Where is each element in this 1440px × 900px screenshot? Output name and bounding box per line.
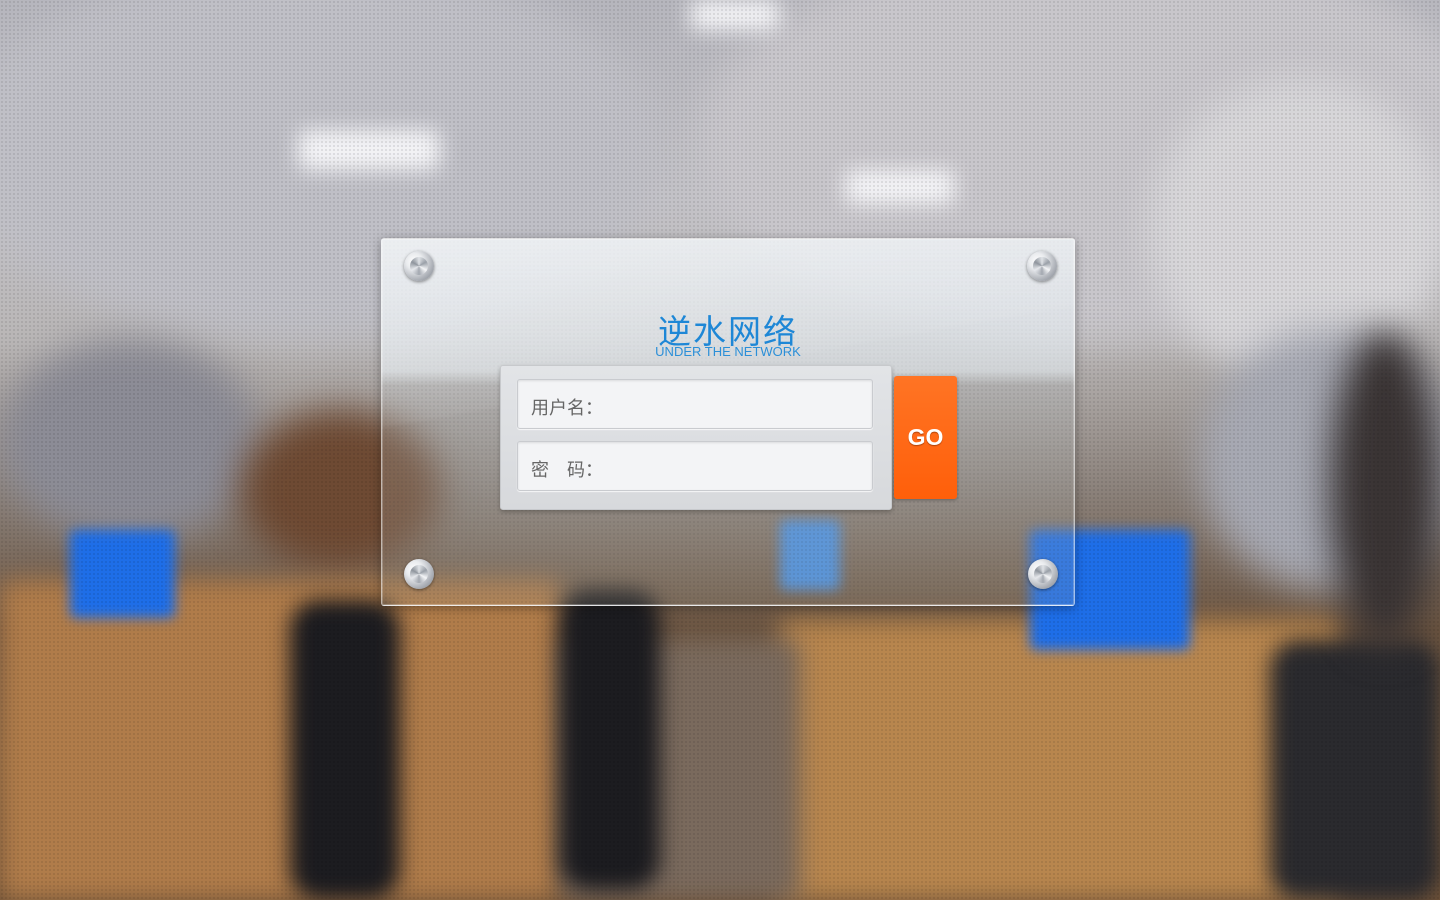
screw-icon xyxy=(1027,251,1057,281)
username-label: 用户名： xyxy=(531,398,603,419)
password-field[interactable]: 密 码： xyxy=(517,441,873,491)
password-input[interactable] xyxy=(610,452,864,482)
brand-subtitle: UNDER THE NETWORK xyxy=(655,344,801,359)
username-field[interactable]: 用户名： xyxy=(517,379,873,429)
go-button[interactable]: GO xyxy=(894,376,957,499)
screw-icon xyxy=(404,251,434,281)
screw-icon xyxy=(404,559,434,589)
screw-icon xyxy=(1028,559,1058,589)
password-label: 密 码： xyxy=(531,460,603,481)
username-input[interactable] xyxy=(610,390,864,420)
